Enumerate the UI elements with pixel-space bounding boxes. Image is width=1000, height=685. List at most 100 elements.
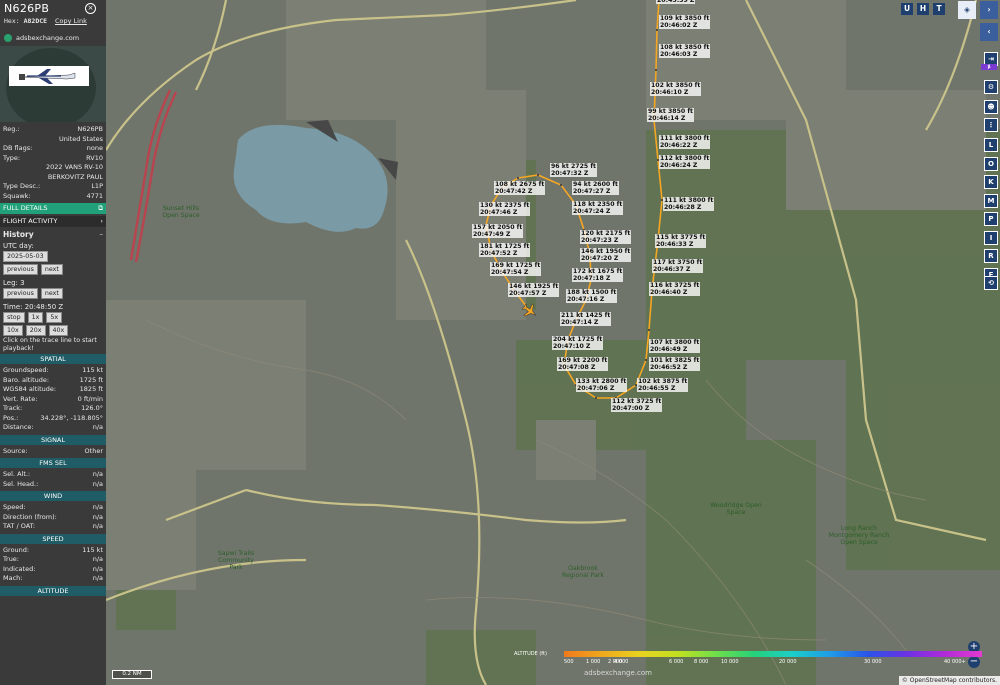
speed-value: n/a bbox=[92, 574, 103, 582]
map-toggle-o-button[interactable]: O bbox=[984, 156, 998, 171]
trace-label-speed-alt: 211 kt 1425 ft bbox=[561, 312, 611, 319]
speed-row: Indicated: n/a bbox=[0, 565, 106, 575]
beta-badge-icon: β bbox=[981, 64, 997, 70]
full-details-button[interactable]: FULL DETAILS ⧉ bbox=[0, 203, 106, 214]
trace-label-speed-alt: 99 kt 3850 ft bbox=[648, 108, 694, 115]
aircraft-photo[interactable] bbox=[0, 46, 106, 122]
legend-tick: 8 000 bbox=[694, 659, 709, 665]
leg-previous-button[interactable]: previous bbox=[3, 288, 38, 299]
attribution[interactable]: © OpenStreetMap contributors. bbox=[898, 676, 1000, 685]
signal-header[interactable]: SIGNAL bbox=[0, 434, 106, 445]
leg-next-button[interactable]: next bbox=[40, 288, 63, 299]
spatial-header[interactable]: SPATIAL bbox=[0, 354, 106, 364]
trace-label: 20:45:59 Z bbox=[656, 0, 696, 4]
spatial-key: Vert. Rate: bbox=[3, 394, 38, 403]
trace-label-time: 20:46:03 Z bbox=[660, 51, 698, 58]
trace-label-speed-alt: 133 kt 2800 ft bbox=[577, 378, 627, 385]
chevron-left-icon[interactable]: ‹ bbox=[980, 23, 998, 41]
trace-label-speed-alt: 108 kt 3850 ft bbox=[660, 44, 710, 51]
speed-10x-button[interactable]: 10x bbox=[3, 325, 23, 336]
place-label: Woodridge Open Space bbox=[710, 502, 762, 516]
signal-value: Other bbox=[84, 446, 103, 455]
trace-label: 181 kt 1725 ft 20:47:52 Z bbox=[479, 243, 531, 257]
wind-key: Direction (from): bbox=[3, 512, 57, 521]
chevron-right-icon[interactable]: › bbox=[980, 1, 998, 19]
info-row: Type: RV10 bbox=[0, 154, 106, 164]
trace-label: 117 kt 3750 ft 20:46:37 Z bbox=[652, 259, 704, 273]
toolbar-h-button[interactable]: H bbox=[917, 3, 929, 15]
info-key: Type Desc.: bbox=[3, 182, 41, 190]
layers-icon[interactable]: ◈ bbox=[958, 1, 976, 19]
trace-label: 94 kt 2600 ft 20:47:27 Z bbox=[572, 181, 620, 195]
trace-label: 211 kt 1425 ft 20:47:14 Z bbox=[560, 312, 612, 326]
toolbar-u-button[interactable]: U bbox=[901, 3, 913, 15]
info-row: BERKOVITZ PAUL bbox=[0, 173, 106, 183]
aircraft-image bbox=[9, 66, 89, 86]
signal-row: Source: Other bbox=[0, 447, 106, 457]
speed-value: 115 kt bbox=[82, 545, 103, 554]
map-toggle-l-button[interactable]: L bbox=[984, 138, 998, 152]
settings-icon[interactable]: ⚙ bbox=[984, 80, 998, 94]
trace-label-speed-alt: 172 kt 1675 ft bbox=[573, 268, 623, 275]
spatial-key: Groundspeed: bbox=[3, 366, 49, 374]
trace-label-time: 20:47:08 Z bbox=[558, 364, 596, 371]
map-view[interactable]: adsbexchange.com 109 kt 3850 ft 20:46:02 … bbox=[106, 0, 1000, 685]
map-toggle-r-button[interactable]: R bbox=[984, 249, 998, 263]
scale-bar: 0.2 NM bbox=[112, 670, 152, 679]
trace-label: 169 kt 2200 ft 20:47:08 Z bbox=[557, 357, 609, 371]
speed-40x-button[interactable]: 40x bbox=[48, 325, 69, 336]
info-value: 4771 bbox=[86, 191, 103, 200]
map-toggle-p-button[interactable]: P bbox=[984, 212, 998, 226]
map-toggle-k-button[interactable]: K bbox=[984, 175, 998, 189]
trace-label-speed-alt: 117 kt 3750 ft bbox=[653, 259, 703, 266]
legend-ticks: 500 1 000 2 000 4 000 6 000 8 000 10 000 20 000… bbox=[564, 659, 982, 667]
trace-label-time: 20:47:46 Z bbox=[480, 209, 518, 216]
trace-label-speed-alt: 112 kt 3800 ft bbox=[660, 155, 710, 162]
day-next-button[interactable]: next bbox=[40, 264, 63, 275]
info-key: Reg.: bbox=[3, 125, 20, 133]
close-icon[interactable]: × bbox=[85, 3, 96, 14]
speed-1x-button[interactable]: 1x bbox=[27, 312, 44, 323]
info-row: Squawk: 4771 bbox=[0, 192, 106, 202]
info-value: United States bbox=[58, 134, 103, 143]
legend-tick: 20 000 bbox=[779, 659, 797, 665]
fms-header[interactable]: FMS SEL bbox=[0, 458, 106, 468]
speed-stop-button[interactable]: stop bbox=[3, 312, 25, 323]
spatial-value: 34.228°, -118.805° bbox=[40, 413, 103, 422]
site-name: adsbexchange.com bbox=[16, 34, 80, 42]
speed-20x-button[interactable]: 20x bbox=[25, 325, 46, 336]
trace-label-speed-alt: 120 kt 2175 ft bbox=[581, 230, 631, 237]
trace-label: 172 kt 1675 ft 20:47:18 Z bbox=[572, 268, 624, 282]
day-previous-button[interactable]: previous bbox=[3, 264, 38, 275]
map-toggle-i-button[interactable]: I bbox=[984, 230, 998, 245]
trace-label: 112 kt 3725 ft 20:47:00 Z bbox=[611, 398, 663, 412]
trace-label-speed-alt: 115 kt 3775 ft bbox=[656, 234, 706, 241]
rotate-icon[interactable]: ⟲ bbox=[984, 276, 998, 290]
wind-rows: Speed: n/a Direction (from): n/a TAT / OAT: n… bbox=[0, 503, 106, 532]
trace-label: 112 kt 3800 ft 20:46:24 Z bbox=[659, 155, 711, 169]
dots-icon[interactable]: ⋮ bbox=[984, 118, 998, 132]
speed-5x-button[interactable]: 5x bbox=[46, 312, 63, 323]
trace-label: 115 kt 3775 ft 20:46:33 Z bbox=[655, 234, 707, 248]
trace-label: 99 kt 3850 ft 20:46:14 Z bbox=[647, 108, 695, 122]
copy-link[interactable]: Copy Link bbox=[55, 17, 87, 25]
trace-label-time: 20:46:40 Z bbox=[650, 289, 688, 296]
flight-activity-button[interactable]: FLIGHT ACTIVITY › bbox=[0, 216, 106, 227]
site-brand[interactable]: adsbexchange.com bbox=[0, 32, 106, 44]
toolbar-t-button[interactable]: T bbox=[933, 3, 945, 15]
spatial-row: Pos.: 34.228°, -118.805° bbox=[0, 414, 106, 424]
altitude-header[interactable]: ALTITUDE bbox=[0, 585, 106, 596]
place-label: Sunset Hills Open Space bbox=[162, 205, 200, 219]
info-value: N626PB bbox=[77, 125, 103, 133]
trace-label-speed-alt: 204 kt 1725 ft bbox=[553, 336, 603, 343]
map-toggle-m-button[interactable]: M bbox=[984, 193, 998, 208]
utc-day-label: UTC day: bbox=[3, 242, 34, 250]
history-header[interactable]: History – bbox=[0, 230, 106, 239]
altitude-legend: ALTITUDE (ft) 500 1 000 2 000 4 000 6 000 8 0… bbox=[514, 651, 982, 671]
spatial-row: Groundspeed: 115 kt bbox=[0, 366, 106, 376]
speed-header[interactable]: SPEED bbox=[0, 533, 106, 544]
wind-header[interactable]: WIND bbox=[0, 491, 106, 501]
utc-day-input[interactable]: 2025-05-03 bbox=[3, 251, 48, 262]
info-value: RV10 bbox=[86, 153, 103, 162]
person-icon[interactable]: ☻ bbox=[984, 100, 998, 114]
